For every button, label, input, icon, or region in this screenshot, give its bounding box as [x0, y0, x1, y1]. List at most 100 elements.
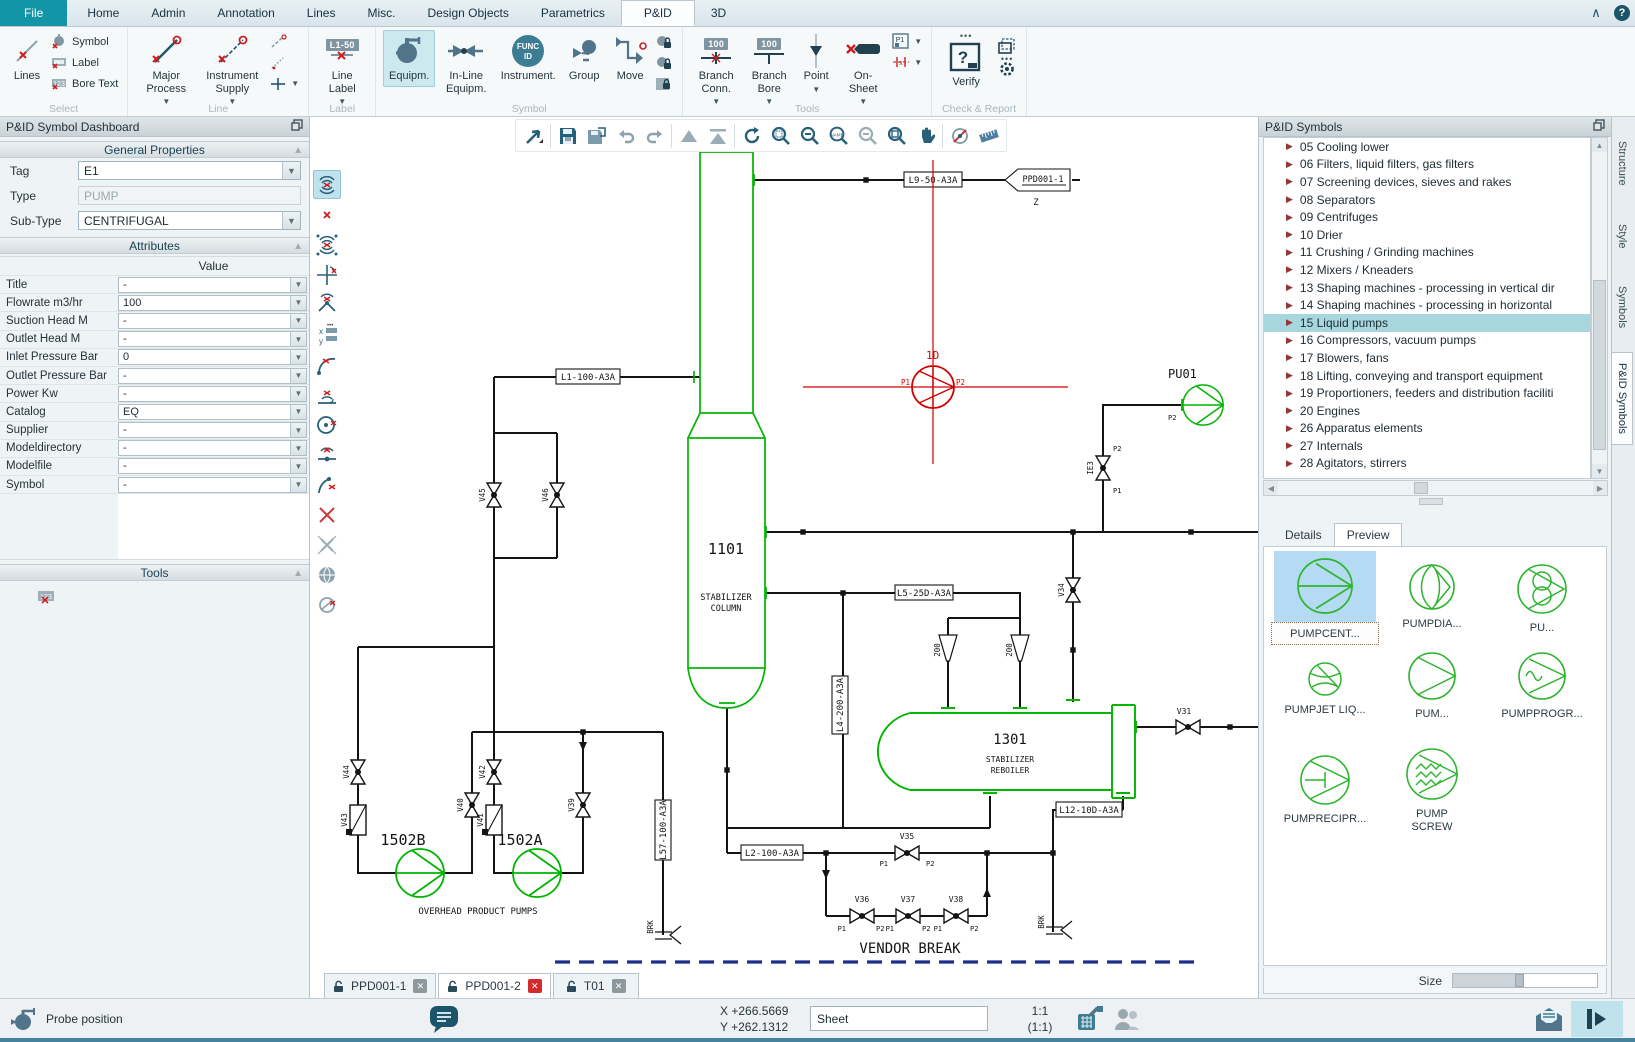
pu01-tag[interactable]: PU01: [1168, 367, 1197, 381]
scroll-left-icon[interactable]: ◀: [1264, 481, 1278, 495]
line-label[interactable]: L1-100-A3A: [561, 373, 616, 383]
symbol-pumprecipr[interactable]: PUMPRECIPR...: [1274, 752, 1376, 826]
menu-tab-misc[interactable]: Misc.: [351, 0, 411, 26]
expand-arrow-icon[interactable]: ▶: [1286, 423, 1293, 434]
chevron-down-icon[interactable]: ▼: [290, 296, 306, 310]
attr-value-combobox[interactable]: -▼: [118, 422, 307, 438]
expand-arrow-icon[interactable]: ▶: [1286, 317, 1293, 328]
zoom-out-button[interactable]: [795, 121, 824, 150]
expand-arrow-icon[interactable]: ▶: [1286, 141, 1293, 152]
tree-item[interactable]: ▶12 Mixers / Kneaders: [1264, 261, 1590, 279]
sheet-grid-icon[interactable]: [1075, 1005, 1105, 1033]
group-button[interactable]: Group: [561, 30, 607, 87]
menu-tab-3d[interactable]: 3D: [695, 0, 742, 26]
sheet-input[interactable]: [810, 1006, 988, 1031]
pid-drawing[interactable]: L9-50-A3A L1-100-A3A L5-25D-A3A L2-100-A…: [310, 152, 1258, 973]
menu-tab-pid[interactable]: P&ID: [621, 0, 695, 26]
line-label[interactable]: L2-100-A3A: [745, 849, 800, 859]
expand-arrow-icon[interactable]: ▶: [1286, 405, 1293, 416]
expand-arrow-icon[interactable]: ▶: [1286, 458, 1293, 469]
symbol-pumpcent[interactable]: [1274, 555, 1376, 620]
menu-tab-lines[interactable]: Lines: [291, 0, 352, 26]
instrument-supply-button[interactable]: Instrument Supply▼: [199, 30, 265, 110]
report-copy-button[interactable]: [994, 36, 1020, 55]
doc-tab-ppd001-2[interactable]: PPD001-2 ✕: [438, 973, 550, 998]
chevron-down-icon[interactable]: ▼: [290, 459, 306, 473]
pump-pu01[interactable]: [1182, 385, 1223, 425]
chevron-down-icon[interactable]: ▼: [282, 162, 300, 179]
zoom-named-button[interactable]: NAME: [824, 121, 853, 150]
zoom-previous-button[interactable]: [853, 121, 882, 150]
close-icon[interactable]: ✕: [528, 979, 542, 993]
save-as-button[interactable]: [582, 121, 611, 150]
strainer-v43[interactable]: [346, 805, 366, 835]
branch-bore-button[interactable]: 100 Branch Bore▼: [744, 30, 794, 110]
line-extra-1-button[interactable]: [266, 32, 302, 51]
tree-item[interactable]: ▶19 Proportioners, feeders and distribut…: [1264, 384, 1590, 402]
valve-v38[interactable]: [944, 909, 968, 923]
scroll-up-icon[interactable]: ▲: [1592, 138, 1607, 152]
expand-arrow-icon[interactable]: ▶: [1286, 264, 1293, 275]
tree-item[interactable]: ▶11 Crushing / Grinding machines: [1264, 244, 1590, 262]
expand-arrow-icon[interactable]: ▶: [1286, 388, 1293, 399]
measure-button[interactable]: [974, 121, 1003, 150]
stabilizer-reboiler[interactable]: [878, 700, 1136, 798]
expand-arrow-icon[interactable]: ▶: [1286, 440, 1293, 451]
users-icon[interactable]: [1112, 1005, 1142, 1033]
expand-arrow-icon[interactable]: ▶: [1286, 370, 1293, 381]
symbol-pumpscrew[interactable]: PUMP SCREW: [1384, 745, 1480, 834]
tree-item[interactable]: ▶10 Drier: [1264, 226, 1590, 244]
on-sheet-button[interactable]: On-Sheet▼: [838, 30, 888, 110]
side-tab-symbols[interactable]: Symbols: [1612, 276, 1632, 338]
valve-v42[interactable]: [487, 760, 501, 784]
attr-value-combobox[interactable]: 0▼: [118, 349, 307, 365]
chevron-down-icon[interactable]: ▼: [290, 387, 306, 401]
page-top-button[interactable]: [703, 121, 732, 150]
tree-item[interactable]: ▶14 Shaping machines - processing in hor…: [1264, 296, 1590, 314]
chevron-down-icon[interactable]: ▼: [290, 478, 306, 492]
pump-a-tag[interactable]: 1502A: [497, 831, 542, 849]
column-tag[interactable]: 1101: [708, 540, 744, 558]
probe-snap-button[interactable]: [945, 121, 974, 150]
pan-button[interactable]: [911, 121, 940, 150]
tree-item[interactable]: ▶18 Lifting, conveying and transport equ…: [1264, 367, 1590, 385]
scroll-right-icon[interactable]: ▶: [1593, 481, 1607, 495]
attr-value-combobox[interactable]: -▼: [118, 331, 307, 347]
scroll-down-icon[interactable]: ▼: [1592, 464, 1607, 478]
line-label-button[interactable]: L1-50 Line Label▼: [316, 30, 368, 110]
equipment-button[interactable]: Equipm.: [383, 30, 435, 87]
valve-v36[interactable]: [850, 909, 874, 923]
zoom-window-button[interactable]: [766, 121, 795, 150]
chevron-down-icon[interactable]: ▼: [290, 423, 306, 437]
chevron-down-icon[interactable]: ▼: [290, 332, 306, 346]
bore-text-tool-icon[interactable]: 123: [36, 589, 56, 605]
attr-value-combobox[interactable]: -▼: [118, 386, 307, 402]
placement-cursor[interactable]: 1D P1 P2: [803, 160, 1068, 464]
instrument-button[interactable]: FUNCID Instrument.: [497, 30, 559, 87]
expand-arrow-icon[interactable]: ▶: [1286, 282, 1293, 293]
symbol-pumpprogr[interactable]: PUMPPROGR...: [1486, 649, 1598, 721]
reboiler-tag[interactable]: 1301: [993, 732, 1027, 748]
attributes-header[interactable]: Attributes▲: [0, 237, 309, 254]
stabilizer-column[interactable]: [688, 152, 766, 708]
move-button[interactable]: Move: [609, 30, 651, 87]
general-properties-header[interactable]: General Properties▲: [0, 141, 309, 158]
close-icon[interactable]: ✕: [612, 979, 626, 993]
side-tab-pid-symbols[interactable]: P&ID Symbols: [1612, 352, 1633, 445]
report-settings-button[interactable]: •••: [994, 57, 1020, 83]
tab-details[interactable]: Details: [1273, 524, 1334, 546]
select-cursor-button[interactable]: [519, 121, 548, 150]
regen-button[interactable]: [737, 121, 766, 150]
tree-item[interactable]: ▶20 Engines: [1264, 402, 1590, 420]
symbol-label[interactable]: PUMPCENT...: [1271, 622, 1379, 645]
attr-value-combobox[interactable]: -▼: [118, 477, 307, 493]
tree-item[interactable]: ▶05 Cooling lower: [1264, 138, 1590, 156]
chevron-down-icon[interactable]: ▼: [290, 350, 306, 364]
panel-splitter[interactable]: [1419, 498, 1443, 505]
page-up-button[interactable]: [674, 121, 703, 150]
tree-item-liquid-pumps[interactable]: ▶15 Liquid pumps: [1264, 314, 1590, 332]
valve-v45[interactable]: [487, 483, 501, 507]
attr-value-combobox[interactable]: -▼: [118, 440, 307, 456]
doc-tab-t01[interactable]: T01 ✕: [553, 973, 639, 998]
chevron-down-icon[interactable]: ▼: [290, 314, 306, 328]
